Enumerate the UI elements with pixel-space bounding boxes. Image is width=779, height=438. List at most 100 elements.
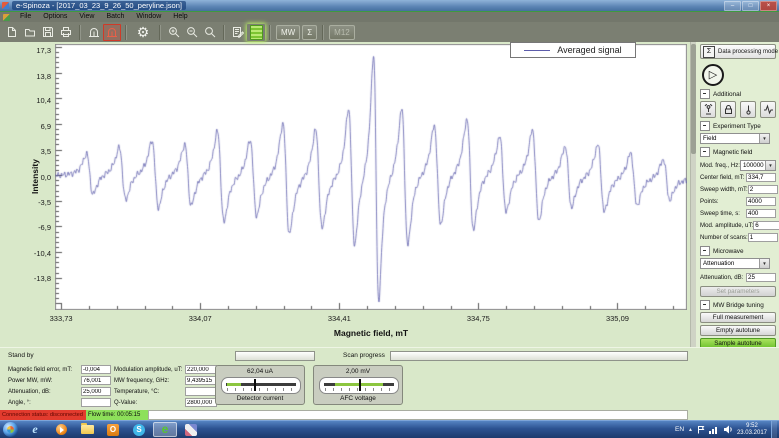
parameter-label: Q-Value: — [114, 400, 182, 406]
section-additional: Additional — [700, 89, 776, 99]
autoscale-button[interactable] — [85, 24, 103, 41]
taskbar-espinoza[interactable]: e — [153, 422, 177, 437]
waveform-icon — [763, 104, 774, 115]
close-button[interactable]: × — [760, 1, 777, 11]
zoom-in-button[interactable] — [165, 24, 183, 41]
collapse-icon[interactable] — [700, 147, 710, 157]
workspace: Intensity Magnetic field, mT 17,313,810,… — [0, 42, 779, 347]
journal-button[interactable] — [247, 24, 265, 41]
menu-help[interactable]: Help — [167, 12, 193, 22]
menu-batch[interactable]: Batch — [100, 12, 130, 22]
mw-mode-button[interactable]: MW — [276, 25, 300, 40]
field-input[interactable] — [748, 185, 778, 194]
internet-explorer-icon: e — [32, 422, 37, 437]
network-icon[interactable] — [709, 425, 719, 434]
sum-mode-button[interactable]: Σ — [302, 25, 317, 40]
field-input[interactable] — [746, 197, 776, 206]
window-title: e-Spinoza - [2017_03_23_9_26_50_peryline… — [12, 1, 186, 10]
collapse-icon[interactable] — [700, 89, 710, 99]
m12-button[interactable]: M12 — [329, 25, 355, 40]
data-processing-mode-button[interactable]: Σ Data processing mode — [700, 44, 776, 59]
scrollbar-thumb[interactable] — [691, 44, 696, 154]
menu-window[interactable]: Window — [130, 12, 167, 22]
skype-icon: S — [133, 424, 145, 436]
open-file-button[interactable] — [21, 24, 39, 41]
taskbar-skype[interactable]: S — [127, 422, 151, 437]
tray-date: 23.03.2017 — [737, 430, 767, 437]
section-magnetic-field: Magnetic field — [700, 147, 776, 157]
save-button[interactable] — [39, 24, 57, 41]
field-input[interactable] — [748, 233, 778, 242]
full-measurement-button[interactable]: Full measurement — [700, 312, 776, 323]
language-indicator[interactable]: EN — [675, 426, 684, 433]
temperature-tool-button[interactable] — [740, 101, 756, 118]
hidden-icons-button[interactable]: ▲ — [688, 427, 693, 433]
collapse-icon[interactable] — [700, 121, 710, 131]
afc-voltage-value: 2,00 mV — [314, 368, 402, 375]
collapse-icon[interactable] — [700, 246, 710, 256]
menu-options[interactable]: Options — [37, 12, 73, 22]
zoom-reset-button[interactable] — [201, 24, 219, 41]
panel-scrollbar[interactable] — [691, 42, 696, 347]
experiment-type-select[interactable]: Field ▼ — [700, 133, 770, 144]
detector-current-slider[interactable] — [221, 377, 301, 394]
toolbar-separator — [223, 25, 225, 40]
taskbar-explorer[interactable] — [75, 422, 99, 437]
collapse-icon[interactable] — [700, 300, 710, 310]
toolbar-separator — [269, 25, 271, 40]
field-select[interactable]: 100000▼ — [740, 160, 776, 171]
taskbar-outlook[interactable]: O — [101, 422, 125, 437]
parameter-value — [81, 365, 111, 374]
edit-notes-button[interactable] — [229, 24, 247, 41]
show-desktop-button[interactable] — [771, 421, 777, 438]
afc-voltage-slider[interactable] — [319, 377, 399, 394]
lock-tool-button[interactable] — [720, 101, 736, 118]
microwave-mode-select[interactable]: Attenuation ▼ — [700, 258, 770, 269]
new-file-icon — [6, 26, 18, 38]
status-message-field — [148, 410, 688, 420]
menu-bar: FileOptionsViewBatchWindowHelp — [0, 12, 779, 22]
connection-status-badge: Connection status: disconnected — [0, 410, 86, 420]
zoom-out-button[interactable] — [183, 24, 201, 41]
clock[interactable]: 9:52 23.03.2017 — [737, 423, 767, 437]
maximize-button[interactable]: □ — [742, 1, 759, 11]
parameter-value — [81, 387, 111, 396]
menu-view[interactable]: View — [73, 12, 100, 22]
signal-tool-button[interactable] — [760, 101, 776, 118]
field-input[interactable] — [753, 221, 779, 230]
autoscale-active-button[interactable] — [103, 24, 121, 41]
action-center-flag-icon[interactable] — [697, 425, 705, 434]
play-button[interactable]: ▷ — [702, 64, 724, 86]
x-axis-label: Magnetic field, mT — [55, 328, 687, 338]
y-tick-label: -3,5 — [11, 198, 51, 207]
volume-icon[interactable] — [723, 425, 733, 434]
new-file-button[interactable] — [3, 24, 21, 41]
start-button[interactable] — [3, 422, 18, 437]
set-parameters-button[interactable]: Set parameters — [700, 286, 776, 297]
settings-button[interactable]: ⚙ — [131, 24, 155, 41]
empty-autotune-button[interactable]: Empty autotune — [700, 325, 776, 336]
toolbar-separator — [125, 25, 127, 40]
zoom-out-icon — [186, 26, 199, 39]
parameter-label: Power MW, mW: — [8, 378, 78, 384]
print-button[interactable] — [57, 24, 75, 41]
taskbar-ie[interactable]: e — [23, 422, 47, 437]
taskbar-media-player[interactable] — [49, 422, 73, 437]
autoscale-active-icon — [106, 26, 118, 38]
toolbar-separator — [79, 25, 81, 40]
parameter-value — [185, 398, 217, 407]
menu-file[interactable]: File — [14, 12, 37, 22]
chevron-down-icon: ▼ — [759, 134, 769, 143]
field-input[interactable] — [746, 173, 776, 182]
attenuation-input[interactable] — [746, 273, 776, 282]
parameter-label: Modulation amplitude, uT: — [114, 367, 182, 373]
spectrum-plot[interactable] — [55, 44, 687, 310]
windows-logo-icon — [7, 426, 14, 433]
minimize-button[interactable]: – — [724, 1, 741, 11]
chevron-down-icon: ▼ — [759, 259, 769, 268]
taskbar-graph-app[interactable] — [179, 422, 203, 437]
field-label: Sweep width, mT: — [700, 186, 748, 193]
field-input[interactable] — [746, 209, 776, 218]
tray-time: 9:52 — [737, 423, 767, 430]
antenna-tool-button[interactable] — [700, 101, 716, 118]
